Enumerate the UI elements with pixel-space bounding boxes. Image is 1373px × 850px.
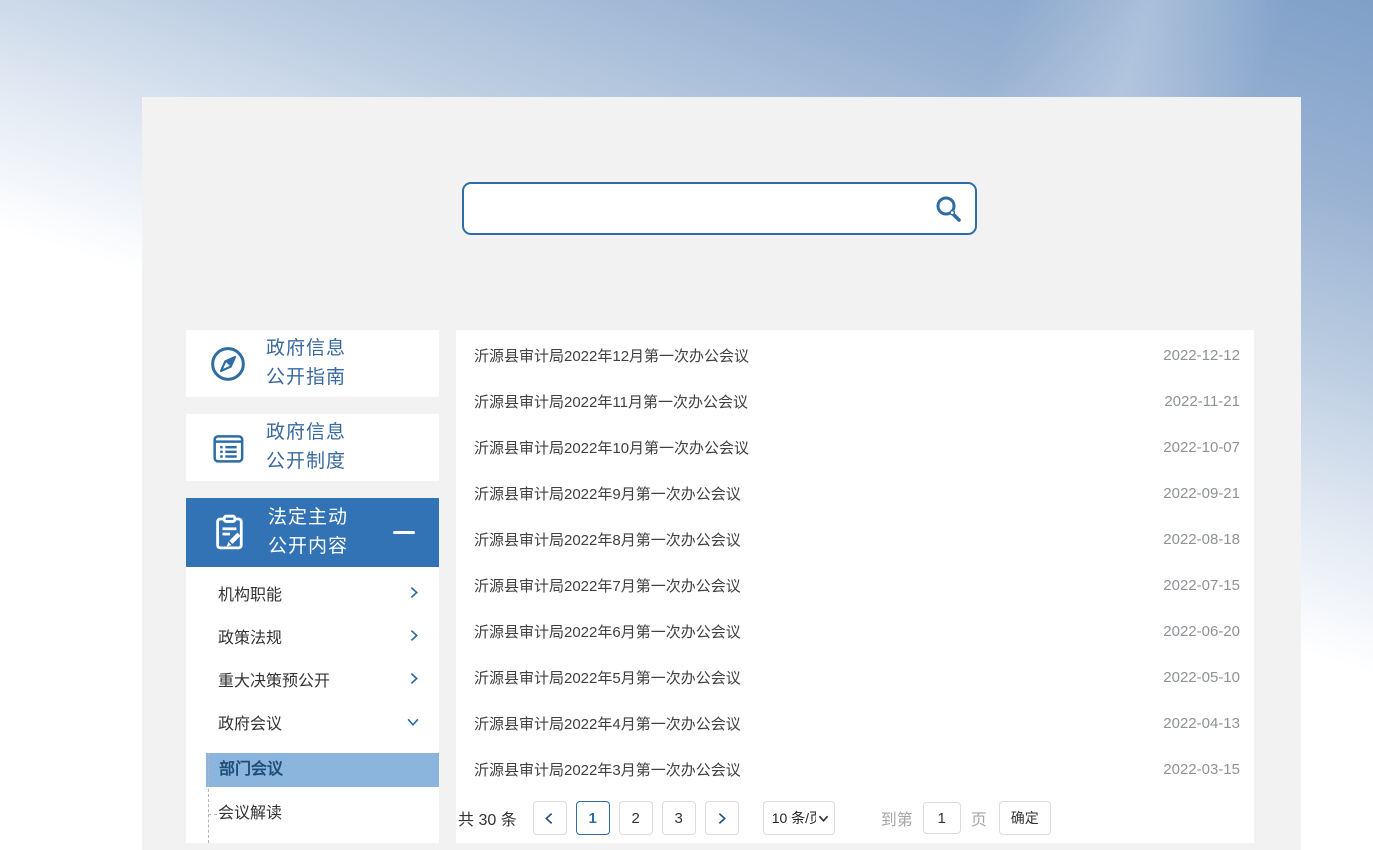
list-item-link[interactable]: 沂源县审计局2022年11月第一次办公会议 bbox=[474, 391, 748, 412]
sidebar-item-gov-info-system[interactable]: 政府信息 公开制度 bbox=[186, 414, 439, 481]
chevron-right-icon bbox=[407, 586, 420, 599]
sidebar-menu: 机构职能 政策法规 重大决策预公开 政府会议 bbox=[186, 567, 439, 843]
list-item-link[interactable]: 沂源县审计局2022年10月第一次办公会议 bbox=[474, 437, 749, 458]
sidebar-item-label: 法定主动 公开内容 bbox=[268, 504, 348, 561]
pagination-bar: 共 30 条 1 2 3 10 条/页 bbox=[456, 801, 1254, 835]
chevron-right-icon bbox=[407, 629, 420, 642]
list-item-date: 2022-04-13 bbox=[1163, 715, 1240, 732]
table-row: 沂源县审计局2022年11月第一次办公会议 2022-11-21 bbox=[456, 378, 1254, 424]
menu-item-policies[interactable]: 政策法规 bbox=[186, 614, 439, 657]
search-bar bbox=[462, 182, 977, 235]
next-page-button[interactable] bbox=[705, 801, 739, 835]
list-item-link[interactable]: 沂源县审计局2022年12月第一次办公会议 bbox=[474, 345, 749, 366]
sidebar-item-gov-info-guide[interactable]: 政府信息 公开指南 bbox=[186, 330, 439, 397]
chevron-left-icon bbox=[543, 812, 556, 825]
table-row: 沂源县审计局2022年12月第一次办公会议 2022-12-12 bbox=[456, 332, 1254, 378]
list-item-date: 2022-06-20 bbox=[1163, 623, 1240, 640]
menu-item-label: 政府会议 bbox=[218, 710, 282, 734]
page-size-select-wrap: 10 条/页 bbox=[763, 801, 835, 835]
table-row: 沂源县审计局2022年4月第一次办公会议 2022-04-13 bbox=[456, 700, 1254, 746]
compass-icon bbox=[208, 344, 248, 384]
content-panel: 政府信息 公开指南 政府信息 公开制度 bbox=[142, 97, 1301, 850]
list-item-date: 2022-03-15 bbox=[1163, 761, 1240, 778]
list-item-date: 2022-09-21 bbox=[1163, 485, 1240, 502]
tree-dash-connector bbox=[208, 814, 217, 815]
list-item-link[interactable]: 沂源县审计局2022年8月第一次办公会议 bbox=[474, 529, 741, 550]
menu-item-organization[interactable]: 机构职能 bbox=[186, 571, 439, 614]
sidebar-item-label: 政府信息 公开制度 bbox=[266, 419, 346, 476]
search-input[interactable] bbox=[464, 184, 933, 233]
list-item-date: 2022-12-12 bbox=[1163, 347, 1240, 364]
list-item-date: 2022-11-21 bbox=[1164, 393, 1240, 410]
page-unit-label: 页 bbox=[971, 806, 987, 830]
page-button-1[interactable]: 1 bbox=[576, 801, 610, 835]
submenu-item-department-meetings[interactable]: 部门会议 bbox=[206, 753, 439, 787]
total-count-label: 共 30 条 bbox=[458, 806, 517, 830]
page-button-2[interactable]: 2 bbox=[619, 801, 653, 835]
chevron-right-icon bbox=[715, 812, 728, 825]
list-item-date: 2022-07-15 bbox=[1163, 577, 1240, 594]
list-item-link[interactable]: 沂源县审计局2022年3月第一次办公会议 bbox=[474, 759, 741, 780]
menu-item-label: 机构职能 bbox=[218, 581, 282, 605]
list-item-link[interactable]: 沂源县审计局2022年4月第一次办公会议 bbox=[474, 713, 741, 734]
table-row: 沂源县审计局2022年6月第一次办公会议 2022-06-20 bbox=[456, 608, 1254, 654]
chevron-right-icon bbox=[407, 672, 420, 685]
collapse-minus-icon[interactable] bbox=[393, 531, 415, 534]
table-row: 沂源县审计局2022年7月第一次办公会议 2022-07-15 bbox=[456, 562, 1254, 608]
list-item-link[interactable]: 沂源县审计局2022年7月第一次办公会议 bbox=[474, 575, 741, 596]
confirm-button[interactable]: 确定 bbox=[999, 801, 1051, 835]
list-item-link[interactable]: 沂源县审计局2022年5月第一次办公会议 bbox=[474, 667, 741, 688]
sidebar: 政府信息 公开指南 政府信息 公开制度 bbox=[186, 330, 439, 843]
list-item-date: 2022-05-10 bbox=[1163, 669, 1240, 686]
menu-item-label: 政策法规 bbox=[218, 624, 282, 648]
prev-page-button[interactable] bbox=[533, 801, 567, 835]
search-icon bbox=[933, 194, 963, 224]
tree-dash-line bbox=[208, 753, 209, 843]
goto-page-input[interactable] bbox=[923, 802, 961, 834]
sidebar-item-label: 政府信息 公开指南 bbox=[266, 335, 346, 392]
menu-item-major-decisions[interactable]: 重大决策预公开 bbox=[186, 657, 439, 700]
goto-page-label: 到第 bbox=[881, 806, 913, 830]
table-row: 沂源县审计局2022年9月第一次办公会议 2022-09-21 bbox=[456, 470, 1254, 516]
notebook-icon bbox=[208, 428, 248, 468]
list-item-date: 2022-08-18 bbox=[1163, 531, 1240, 548]
page-size-select[interactable]: 10 条/页 bbox=[763, 801, 835, 835]
page-button-3[interactable]: 3 bbox=[662, 801, 696, 835]
table-row: 沂源县审计局2022年8月第一次办公会议 2022-08-18 bbox=[456, 516, 1254, 562]
meeting-list-panel: 沂源县审计局2022年12月第一次办公会议 2022-12-12 沂源县审计局2… bbox=[456, 330, 1254, 843]
table-row: 沂源县审计局2022年5月第一次办公会议 2022-05-10 bbox=[456, 654, 1254, 700]
list-item-link[interactable]: 沂源县审计局2022年9月第一次办公会议 bbox=[474, 483, 741, 504]
submenu-item-meeting-interpretation[interactable]: 会议解读 bbox=[186, 795, 439, 833]
sidebar-item-statutory-disclosure[interactable]: 法定主动 公开内容 bbox=[186, 498, 439, 567]
table-row: 沂源县审计局2022年10月第一次办公会议 2022-10-07 bbox=[456, 424, 1254, 470]
clipboard-pen-icon bbox=[208, 512, 250, 554]
list-item-date: 2022-10-07 bbox=[1163, 439, 1240, 456]
menu-item-gov-meetings[interactable]: 政府会议 bbox=[186, 700, 439, 743]
list-item-link[interactable]: 沂源县审计局2022年6月第一次办公会议 bbox=[474, 621, 741, 642]
table-row: 沂源县审计局2022年3月第一次办公会议 2022-03-15 bbox=[456, 746, 1254, 792]
menu-item-label: 重大决策预公开 bbox=[218, 667, 330, 691]
search-button[interactable] bbox=[933, 194, 975, 224]
chevron-down-icon bbox=[406, 715, 420, 728]
